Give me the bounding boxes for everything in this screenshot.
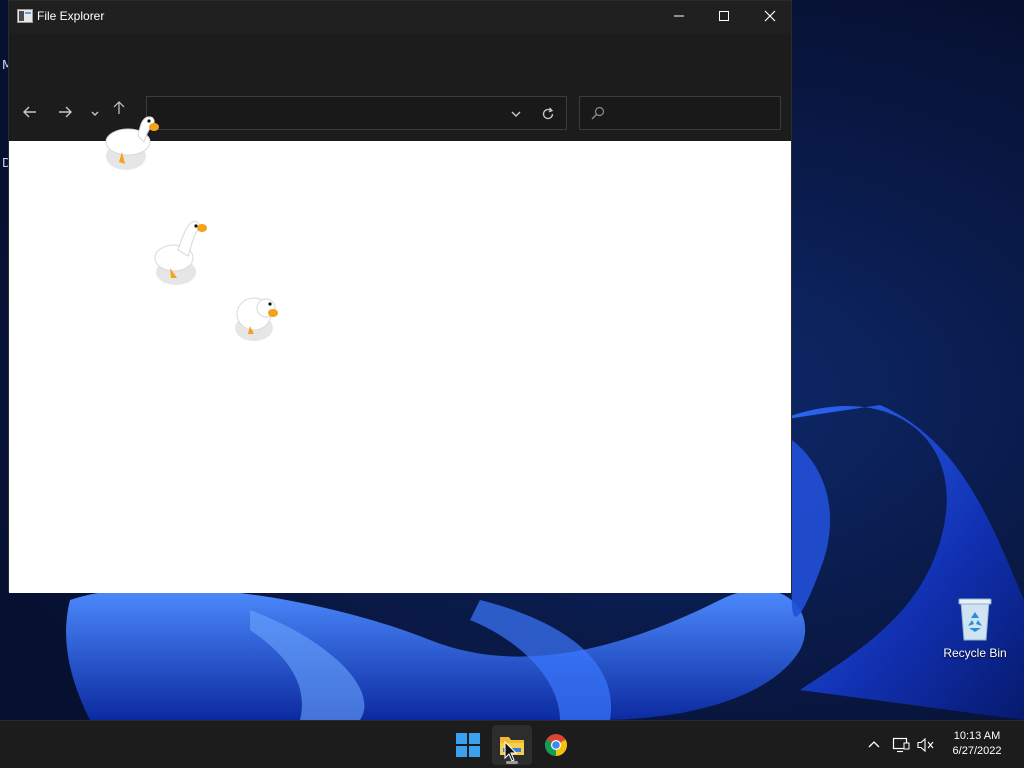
recycle-bin-label: Recycle Bin [943, 646, 1007, 660]
taskbar-chrome[interactable] [536, 725, 576, 765]
goose-sprite [235, 297, 278, 341]
close-button[interactable] [747, 1, 793, 31]
address-dropdown-button[interactable] [505, 103, 527, 125]
maximize-icon [719, 11, 729, 21]
search-input[interactable] [614, 101, 774, 125]
file-explorer-window: File Explorer [8, 0, 792, 593]
refresh-button[interactable] [537, 103, 559, 125]
search-box[interactable] [579, 96, 781, 130]
clock-time: 10:13 AM [953, 730, 1001, 742]
mouse-cursor-icon [504, 741, 518, 762]
chevron-down-icon [511, 111, 521, 117]
network-icon [892, 737, 910, 753]
volume-muted-icon [917, 737, 934, 753]
chrome-icon [545, 734, 567, 756]
goose-sprite [105, 116, 159, 170]
network-status[interactable] [891, 735, 911, 755]
app-icon [17, 9, 33, 23]
windows-logo-icon [456, 733, 480, 757]
address-bar[interactable] [146, 96, 567, 130]
volume-control[interactable] [916, 735, 936, 755]
chevron-up-icon [868, 741, 880, 748]
close-icon [764, 10, 776, 22]
show-hidden-icons-button[interactable] [864, 735, 884, 755]
refresh-icon [542, 107, 554, 120]
title-bar[interactable]: File Explorer [9, 1, 791, 33]
recycle-bin-icon [958, 598, 992, 641]
minimize-button[interactable] [656, 1, 702, 31]
recycle-bin-shortcut[interactable]: Recycle Bin [940, 596, 1010, 660]
window-title: File Explorer [37, 9, 105, 23]
start-button[interactable] [448, 725, 488, 765]
command-bar [9, 33, 791, 83]
search-icon [591, 106, 605, 120]
maximize-button[interactable] [701, 1, 747, 31]
forward-arrow-icon [59, 106, 72, 118]
forward-button[interactable] [53, 100, 77, 124]
back-button[interactable] [18, 100, 42, 124]
file-list-area[interactable] [9, 141, 791, 593]
chevron-down-icon [91, 111, 99, 116]
taskbar: 10:13 AM 6/27/2022 [0, 720, 1024, 768]
taskbar-file-explorer[interactable] [492, 725, 532, 765]
back-arrow-icon [23, 106, 36, 118]
clock-date: 6/27/2022 [952, 745, 1002, 757]
active-app-indicator [506, 761, 518, 764]
system-clock[interactable]: 10:13 AM 6/27/2022 [944, 729, 1010, 759]
minimize-icon [674, 15, 684, 17]
goose-sprite [154, 221, 207, 285]
